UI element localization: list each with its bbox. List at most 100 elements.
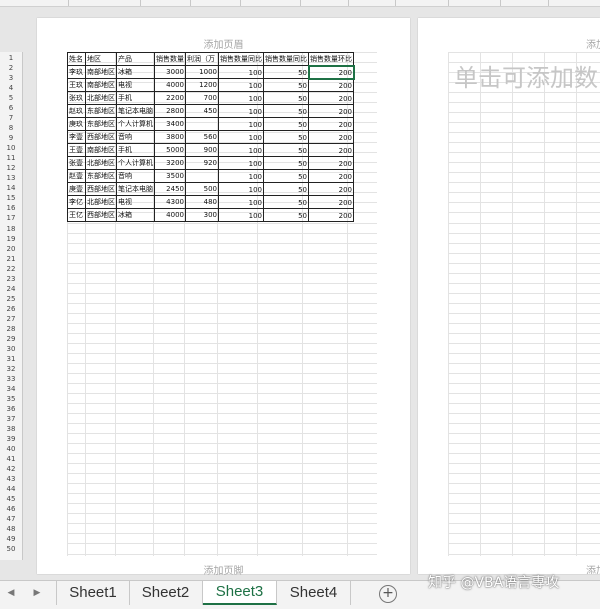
- table-cell[interactable]: 560: [185, 130, 219, 144]
- table-cell[interactable]: 个人计算机: [116, 156, 155, 170]
- table-cell[interactable]: 200: [308, 208, 354, 222]
- table-cell[interactable]: 100: [218, 78, 264, 92]
- row-number[interactable]: 33: [0, 375, 22, 383]
- table-cell[interactable]: [185, 169, 219, 183]
- table-cell[interactable]: 200: [308, 117, 354, 131]
- row-number[interactable]: 47: [0, 516, 22, 523]
- table-cell[interactable]: 西部地区: [85, 130, 117, 144]
- row-number[interactable]: 13: [0, 175, 22, 182]
- table-cell[interactable]: 庚壹: [67, 182, 86, 196]
- table-cell[interactable]: 赵壹: [67, 169, 86, 183]
- table-cell[interactable]: 北部地区: [85, 91, 117, 105]
- row-number[interactable]: 42: [0, 466, 22, 473]
- row-number[interactable]: 49: [0, 536, 22, 543]
- tab-prev-icon[interactable]: ◀: [4, 588, 18, 598]
- row-number[interactable]: 35: [0, 396, 22, 403]
- table-cell[interactable]: 3500: [154, 169, 186, 183]
- table-cell[interactable]: 1000: [185, 65, 219, 79]
- row-number[interactable]: 15: [0, 195, 22, 202]
- table-cell[interactable]: 100: [218, 195, 264, 209]
- row-number[interactable]: 41: [0, 456, 22, 463]
- table-cell[interactable]: 900: [185, 143, 219, 157]
- table-cell[interactable]: 50: [263, 208, 309, 222]
- table-cell[interactable]: 4300: [154, 195, 186, 209]
- row-number[interactable]: 11: [0, 155, 22, 162]
- row-number[interactable]: 21: [0, 255, 22, 263]
- row-number[interactable]: 22: [0, 265, 22, 273]
- table-cell[interactable]: 1200: [185, 78, 219, 92]
- table-cell[interactable]: 音响: [116, 130, 155, 144]
- footer-placeholder[interactable]: 添加页脚: [37, 562, 410, 577]
- table-cell[interactable]: 笔记本电脑: [116, 182, 155, 196]
- table-cell[interactable]: 李壹: [67, 130, 86, 144]
- row-number[interactable]: 19: [0, 235, 22, 243]
- table-cell[interactable]: 50: [263, 169, 309, 183]
- page-2-footer-placeholder[interactable]: 添加: [586, 562, 600, 574]
- cell-grid-page-2[interactable]: [448, 52, 600, 556]
- table-cell[interactable]: 100: [218, 65, 264, 79]
- table-cell[interactable]: 480: [185, 195, 219, 209]
- table-cell[interactable]: 50: [263, 195, 309, 209]
- table-cell[interactable]: 个人计算机: [116, 117, 155, 131]
- table-cell[interactable]: 北部地区: [85, 156, 117, 170]
- row-number[interactable]: 16: [0, 205, 22, 212]
- table-cell[interactable]: 2450: [154, 182, 186, 196]
- row-number[interactable]: 43: [0, 476, 22, 483]
- header-cell[interactable]: 销售数量同比: [218, 52, 264, 66]
- table-cell[interactable]: 电视: [116, 78, 155, 92]
- table-cell[interactable]: 赵玖: [67, 104, 86, 118]
- table-cell[interactable]: 笔记本电脑: [116, 104, 155, 118]
- table-cell[interactable]: 200: [308, 169, 354, 183]
- header-cell[interactable]: 利润（万: [185, 52, 219, 66]
- table-cell[interactable]: 300: [185, 208, 219, 222]
- table-cell[interactable]: 庚玖: [67, 117, 86, 131]
- row-number[interactable]: 20: [0, 245, 22, 253]
- table-cell[interactable]: 手机: [116, 91, 155, 105]
- add-sheet-icon[interactable]: +: [379, 585, 397, 603]
- table-cell[interactable]: 4000: [154, 208, 186, 222]
- table-cell[interactable]: 3000: [154, 65, 186, 79]
- table-cell[interactable]: 200: [308, 91, 354, 105]
- row-number[interactable]: 3: [0, 75, 22, 82]
- row-number[interactable]: 44: [0, 486, 22, 493]
- table-cell[interactable]: 南部地区: [85, 65, 117, 79]
- tab-sheet4[interactable]: Sheet4: [277, 581, 351, 605]
- row-number[interactable]: 28: [0, 325, 22, 333]
- table-cell[interactable]: 100: [218, 143, 264, 157]
- table-cell[interactable]: 200: [308, 182, 354, 196]
- row-number[interactable]: 40: [0, 446, 22, 453]
- table-cell[interactable]: 100: [218, 130, 264, 144]
- table-cell[interactable]: 冰箱: [116, 208, 155, 222]
- sales-table[interactable]: 姓名 地区 产品 销售数量 利润（万 销售数量同比 销售数量同比 销售数量环比 李玖 南部地区 冰箱…: [67, 52, 355, 222]
- table-cell[interactable]: 4000: [154, 78, 186, 92]
- table-cell[interactable]: 李玖: [67, 65, 86, 79]
- row-number[interactable]: 30: [0, 345, 22, 353]
- table-cell[interactable]: 100: [218, 182, 264, 196]
- row-number[interactable]: 38: [0, 426, 22, 433]
- table-cell[interactable]: 5000: [154, 143, 186, 157]
- table-cell[interactable]: 200: [308, 104, 354, 118]
- table-cell[interactable]: 50: [263, 143, 309, 157]
- table-cell[interactable]: 3400: [154, 117, 186, 131]
- table-cell[interactable]: 王玖: [67, 78, 86, 92]
- table-cell[interactable]: 李亿: [67, 195, 86, 209]
- row-number[interactable]: 31: [0, 355, 22, 363]
- table-cell[interactable]: 500: [185, 182, 219, 196]
- table-cell[interactable]: 50: [263, 117, 309, 131]
- row-number[interactable]: 17: [0, 215, 22, 222]
- table-cell[interactable]: 50: [263, 91, 309, 105]
- table-cell[interactable]: 100: [218, 208, 264, 222]
- table-cell[interactable]: 3800: [154, 130, 186, 144]
- table-cell[interactable]: 200: [307, 64, 355, 80]
- header-cell[interactable]: 产品: [116, 52, 155, 66]
- row-number[interactable]: 34: [0, 385, 22, 393]
- table-cell[interactable]: 920: [185, 156, 219, 170]
- header-cell[interactable]: 销售数量: [154, 52, 186, 66]
- table-cell[interactable]: 西部地区: [85, 208, 117, 222]
- row-number[interactable]: 24: [0, 285, 22, 293]
- table-cell[interactable]: 王亿: [67, 208, 86, 222]
- table-cell[interactable]: 张玖: [67, 91, 86, 105]
- row-number[interactable]: 26: [0, 305, 22, 313]
- table-cell[interactable]: 3200: [154, 156, 186, 170]
- row-number[interactable]: 25: [0, 295, 22, 303]
